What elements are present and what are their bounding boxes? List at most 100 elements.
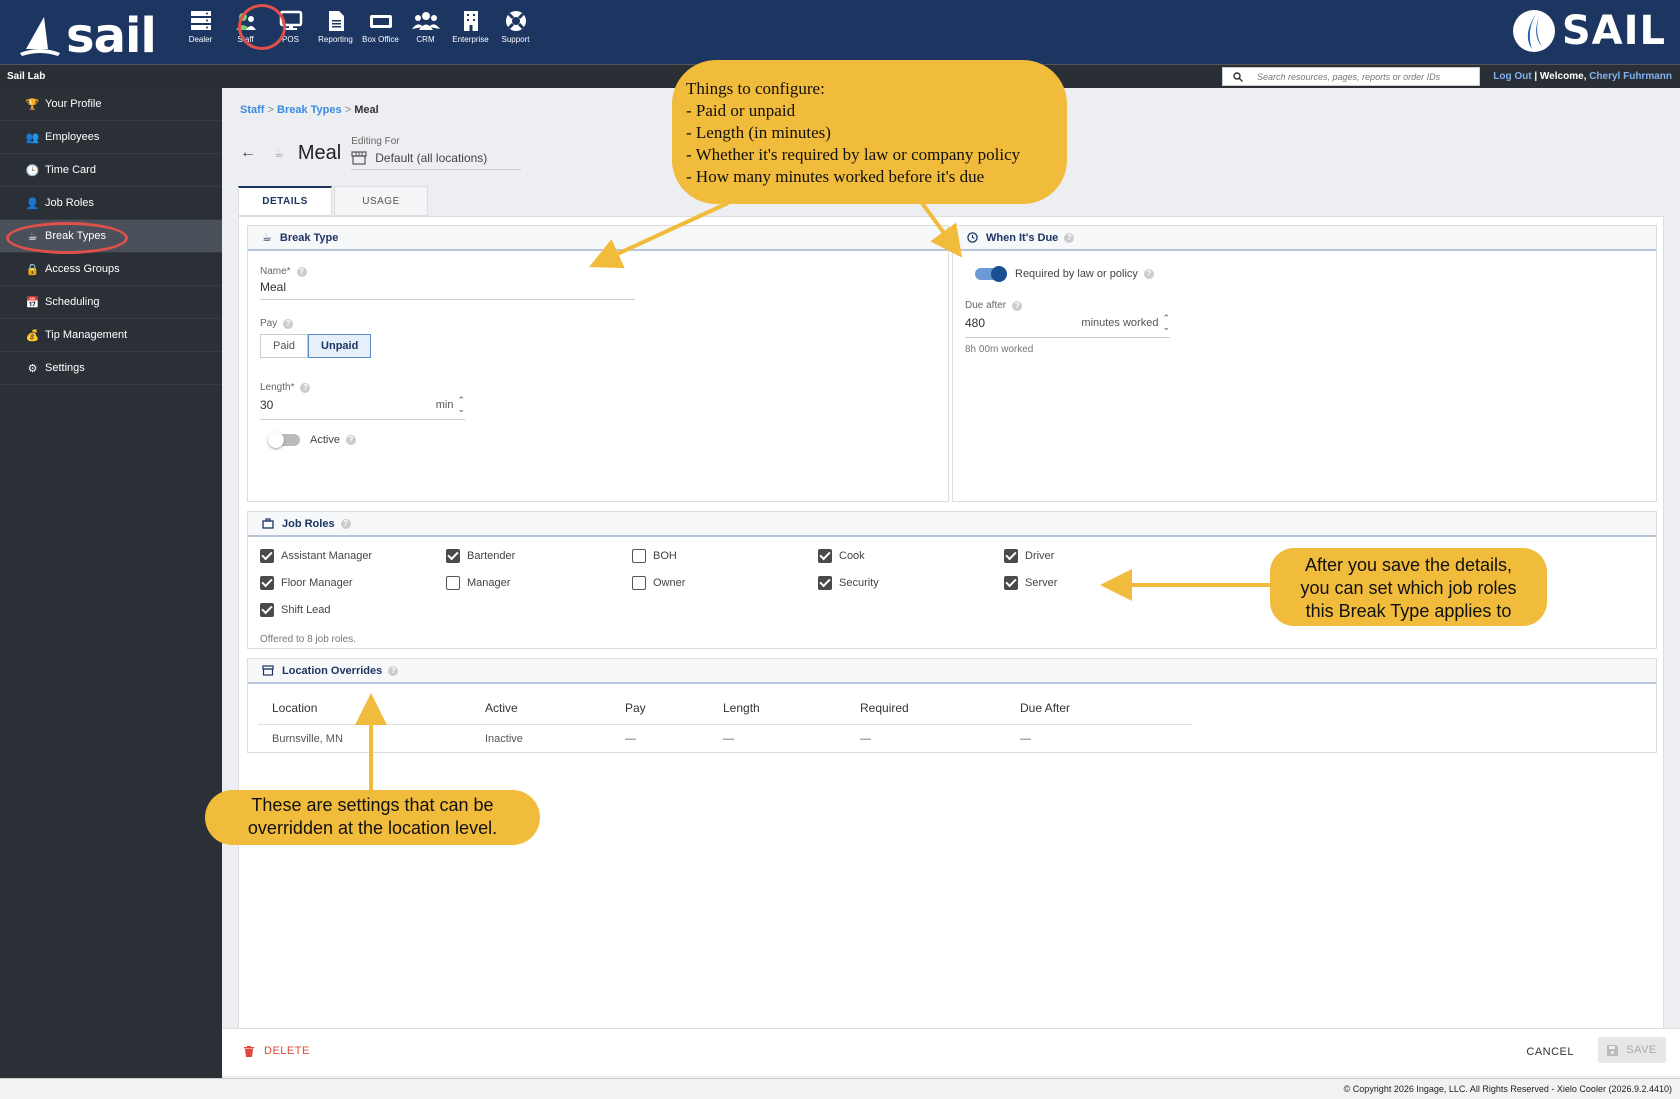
name-label: Name* (260, 266, 291, 277)
checkbox[interactable] (260, 576, 274, 590)
search-input[interactable] (1257, 71, 1467, 82)
toggle-knob (268, 432, 284, 448)
tab-details[interactable]: DETAILS (238, 186, 332, 216)
checkbox[interactable] (260, 603, 274, 617)
job-role-shift-lead[interactable]: Shift Lead (260, 603, 331, 617)
job-role-boh[interactable]: BOH (632, 549, 677, 563)
checkbox[interactable] (632, 549, 646, 563)
chevron-down-icon[interactable]: ⌄ (1162, 323, 1170, 332)
job-role-driver[interactable]: Driver (1004, 549, 1054, 563)
sidebar-item-access-groups[interactable]: 🔒 Access Groups (0, 253, 222, 286)
sidebar-item-label: Your Profile (45, 98, 102, 110)
active-label: Active (310, 434, 340, 446)
callout-line: you can set which job roles (1300, 578, 1517, 598)
checkbox[interactable] (632, 576, 646, 590)
sidebar-item-scheduling[interactable]: 📅 Scheduling (0, 286, 222, 319)
due-after-hint: 8h 00m worked (965, 344, 1034, 355)
pay-unpaid-option[interactable]: Unpaid (308, 334, 372, 358)
active-toggle[interactable] (268, 432, 300, 448)
due-after-stepper[interactable]: ⌃ ⌄ (1162, 314, 1170, 332)
help-icon[interactable]: ? (1012, 300, 1023, 311)
copyright-footer: © Copyright 2026 Ingage, LLC. All Rights… (0, 1078, 1680, 1099)
checkbox[interactable] (1004, 549, 1018, 563)
pay-paid-option[interactable]: Paid (260, 334, 309, 358)
due-after-input-row: 480 minutes worked ⌃ ⌄ (965, 311, 1170, 338)
job-role-manager[interactable]: Manager (446, 576, 510, 590)
sidebar-item-time-card[interactable]: 🕒 Time Card (0, 154, 222, 187)
logout-link[interactable]: Log Out (1493, 71, 1531, 82)
nav-reporting[interactable]: Reporting (313, 10, 358, 44)
job-role-server[interactable]: Server (1004, 576, 1057, 590)
due-after-field[interactable]: Due after? 480 minutes worked ⌃ ⌄ 8h 00m … (965, 300, 1170, 355)
pay-segmented-control: Paid Unpaid (260, 334, 372, 358)
nav-enterprise[interactable]: Enterprise (448, 10, 493, 44)
nav-crm-label: CRM (416, 35, 435, 44)
help-icon[interactable]: ? (296, 266, 307, 277)
checkbox[interactable] (260, 549, 274, 563)
nav-crm[interactable]: CRM (403, 10, 448, 44)
callout-overrides: These are settings that can be overridde… (205, 790, 540, 845)
user-name-link[interactable]: Cheryl Fuhrmann (1589, 71, 1672, 82)
tabs: DETAILS USAGE (238, 186, 430, 216)
checkbox[interactable] (818, 576, 832, 590)
panel-header: ☕ Break Type (248, 226, 948, 251)
nav-support[interactable]: Support (493, 10, 538, 44)
back-arrow-icon[interactable]: ← (240, 144, 256, 162)
cancel-button[interactable]: CANCEL (1526, 1046, 1574, 1058)
name-field[interactable]: Name*? Meal (260, 266, 635, 300)
length-field[interactable]: Length*? 30 min ⌃ ⌄ (260, 382, 465, 420)
help-icon[interactable]: ? (1064, 232, 1075, 243)
checkbox[interactable] (446, 576, 460, 590)
length-stepper[interactable]: ⌃ ⌄ (457, 396, 465, 414)
breadcrumb-separator: > (344, 104, 352, 116)
panel-header: Job Roles ? (248, 512, 1656, 537)
job-role-bartender[interactable]: Bartender (446, 549, 515, 563)
breadcrumb: Staff > Break Types > Meal (240, 104, 379, 116)
job-role-label: Owner (653, 577, 686, 589)
sidebar-item-label: Settings (45, 362, 85, 374)
sidebar-item-your-profile[interactable]: 🏆 Your Profile (0, 88, 222, 121)
panel-header: When It's Due ? (953, 226, 1656, 251)
checkbox[interactable] (818, 549, 832, 563)
breadcrumb-staff[interactable]: Staff (240, 104, 264, 116)
job-role-floor-manager[interactable]: Floor Manager (260, 576, 353, 590)
editing-for-selector[interactable]: Editing For Default (all locations) (351, 136, 522, 170)
help-icon[interactable]: ? (388, 665, 399, 676)
sidebar-item-tip-management[interactable]: 💰 Tip Management (0, 319, 222, 352)
due-after-value[interactable]: 480 (965, 316, 985, 330)
length-unit-wrap: min ⌃ ⌄ (436, 396, 465, 414)
pos-highlight-ring (238, 4, 286, 50)
sidebar-item-settings[interactable]: ⚙ Settings (0, 352, 222, 385)
cell-pay: — (625, 733, 636, 745)
sidebar-item-employees[interactable]: 👥 Employees (0, 121, 222, 154)
global-search[interactable] (1222, 67, 1480, 86)
nav-dealer[interactable]: Dealer (178, 10, 223, 44)
required-toggle[interactable] (975, 266, 1007, 282)
checkbox[interactable] (1004, 576, 1018, 590)
job-role-assistant-manager[interactable]: Assistant Manager (260, 549, 372, 563)
help-icon[interactable]: ? (1143, 269, 1154, 279)
help-icon[interactable]: ? (340, 518, 351, 529)
delete-button[interactable]: DELETE (244, 1045, 310, 1057)
job-role-owner[interactable]: Owner (632, 576, 685, 590)
help-icon[interactable]: ? (345, 435, 356, 445)
table-row[interactable]: Burnsville, MN Inactive — — — — (258, 725, 1193, 754)
job-role-cook[interactable]: Cook (818, 549, 865, 563)
breadcrumb-break-types[interactable]: Break Types (277, 104, 342, 116)
help-icon[interactable]: ? (283, 318, 294, 329)
chevron-down-icon[interactable]: ⌄ (457, 405, 465, 414)
sail-logo[interactable]: sail (18, 8, 157, 64)
help-icon[interactable]: ? (300, 382, 311, 393)
job-role-security[interactable]: Security (818, 576, 879, 590)
checkbox[interactable] (446, 549, 460, 563)
save-button[interactable]: SAVE (1598, 1037, 1666, 1063)
tab-usage[interactable]: USAGE (334, 186, 428, 216)
sidebar-item-job-roles[interactable]: 👤 Job Roles (0, 187, 222, 220)
length-value[interactable]: 30 (260, 398, 273, 412)
nav-box-office[interactable]: Box Office (358, 10, 403, 44)
nav-reporting-label: Reporting (318, 35, 353, 44)
active-toggle-row: Active ? (268, 432, 356, 448)
cell-active: Inactive (485, 733, 523, 745)
name-value[interactable]: Meal (260, 277, 635, 300)
length-unit: min (435, 399, 454, 411)
